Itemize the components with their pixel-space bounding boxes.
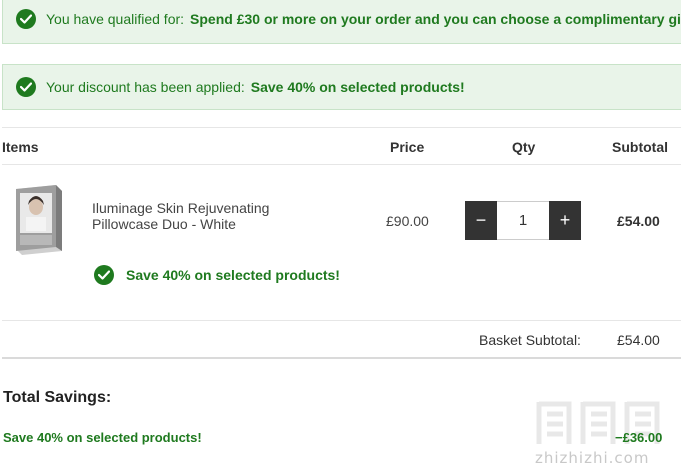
divider — [2, 320, 681, 321]
discount-notice: Your discount has been applied: Save 40%… — [2, 64, 681, 110]
decrease-quantity-button[interactable]: − — [465, 201, 497, 240]
qualified-notice-offer: Spend £30 or more on your order and you … — [190, 11, 681, 27]
watermark-text: zhizhizhi.com — [535, 449, 650, 467]
column-header-items: Items — [2, 139, 39, 155]
column-header-subtotal: Subtotal — [612, 139, 668, 155]
product-subtotal: £54.00 — [617, 213, 660, 229]
divider — [2, 357, 681, 359]
qualified-notice: You have qualified for: Spend £30 or mor… — [2, 0, 681, 44]
divider — [2, 164, 681, 165]
product-price: £90.00 — [386, 213, 429, 229]
savings-amount: −£36.00 — [615, 430, 663, 445]
check-circle-icon — [16, 9, 36, 29]
check-circle-icon — [94, 265, 114, 285]
basket-subtotal-value: £54.00 — [617, 332, 660, 348]
column-header-qty: Qty — [512, 139, 536, 155]
product-name[interactable]: Iluminage Skin Rejuvenating Pillowcase D… — [92, 200, 322, 232]
quantity-stepper: − + — [465, 201, 581, 240]
savings-offer-name: Save 40% on selected products! — [3, 430, 202, 445]
qualified-notice-lead: You have qualified for: — [46, 11, 185, 27]
discount-notice-lead: Your discount has been applied: — [46, 79, 245, 95]
basket-subtotal-label: Basket Subtotal: — [479, 332, 581, 348]
quantity-input[interactable] — [497, 201, 549, 240]
item-offer: Save 40% on selected products! — [94, 265, 340, 285]
discount-notice-offer: Save 40% on selected products! — [250, 79, 465, 95]
item-offer-text: Save 40% on selected products! — [126, 267, 340, 283]
increase-quantity-button[interactable]: + — [549, 201, 581, 240]
divider — [2, 127, 681, 128]
check-circle-icon — [16, 77, 36, 97]
total-savings-title: Total Savings: — [3, 389, 112, 406]
column-header-price: Price — [390, 139, 425, 155]
product-thumbnail[interactable] — [10, 183, 66, 255]
